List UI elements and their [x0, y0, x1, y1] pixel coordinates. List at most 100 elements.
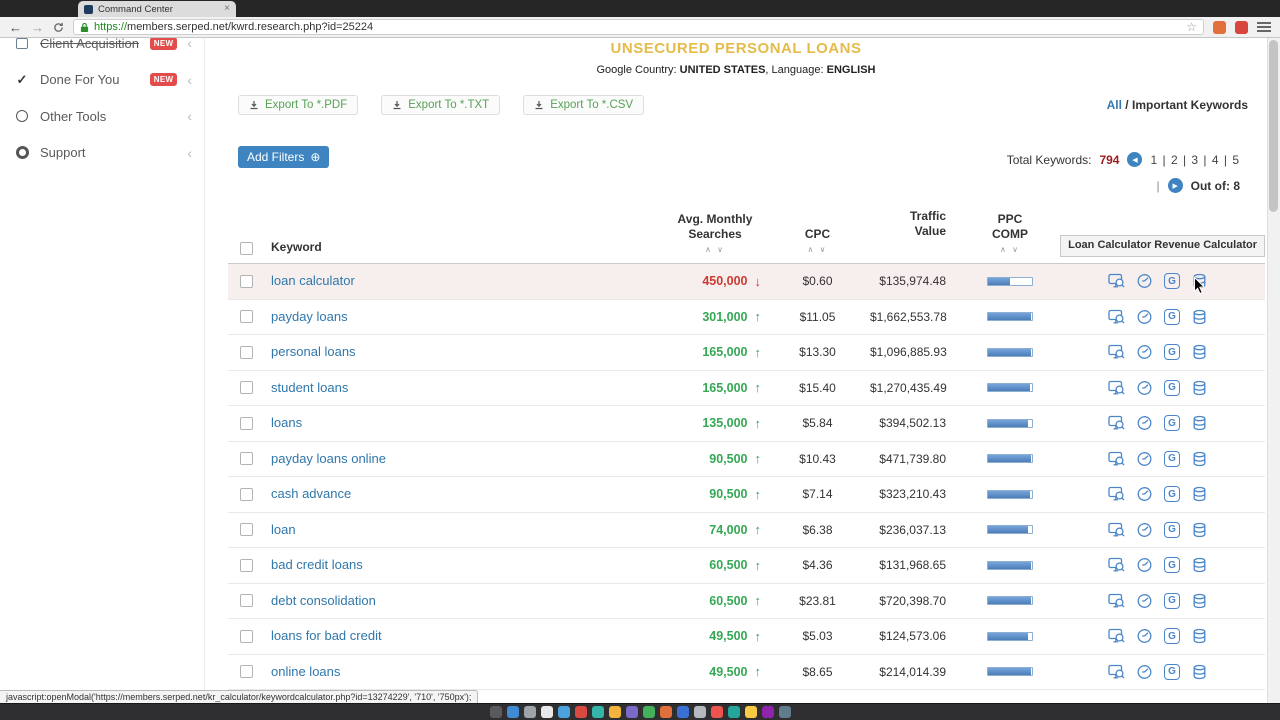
gauge-icon[interactable]: [1136, 557, 1153, 573]
page-numbers[interactable]: 1 | 2 | 3 | 4 | 5: [1150, 153, 1240, 167]
keyword-link[interactable]: personal loans: [271, 344, 356, 359]
tab-close-icon[interactable]: ×: [224, 4, 230, 14]
row-checkbox[interactable]: [239, 594, 253, 608]
dock-app-icon[interactable]: [744, 706, 757, 718]
export-pdf-button[interactable]: Export To *.PDF: [238, 95, 359, 115]
google-icon[interactable]: G: [1164, 450, 1180, 467]
dock-app-icon[interactable]: [761, 706, 774, 718]
google-icon[interactable]: G: [1164, 415, 1180, 432]
calculator-icon[interactable]: [1191, 309, 1208, 325]
row-checkbox[interactable]: [239, 558, 253, 572]
next-page-button[interactable]: ▶: [1167, 178, 1183, 193]
gauge-icon[interactable]: [1136, 380, 1153, 396]
dock-app-icon[interactable]: [625, 706, 638, 718]
gauge-icon[interactable]: [1136, 486, 1153, 502]
header-keyword[interactable]: Keyword: [264, 200, 665, 263]
header-traffic-value[interactable]: Traffic Value: [870, 200, 955, 263]
gauge-icon[interactable]: [1136, 344, 1153, 360]
keyword-link[interactable]: loans: [271, 415, 302, 430]
export-txt-button[interactable]: Export To *.TXT: [381, 95, 501, 115]
dock-app-icon[interactable]: [506, 706, 519, 718]
gauge-icon[interactable]: [1136, 522, 1153, 538]
keyword-link[interactable]: bad credit loans: [271, 557, 363, 572]
keyword-link[interactable]: debt consolidation: [271, 593, 376, 608]
back-icon[interactable]: ←: [9, 21, 22, 34]
calculator-icon[interactable]: [1191, 344, 1208, 360]
analyze-icon[interactable]: [1108, 344, 1125, 360]
prev-page-button[interactable]: ◀: [1127, 152, 1143, 167]
analyze-icon[interactable]: [1108, 380, 1125, 396]
google-icon[interactable]: G: [1164, 557, 1180, 574]
bookmark-star-icon[interactable]: ☆: [1186, 21, 1197, 33]
address-bar[interactable]: https://members.serped.net/kwrd.research…: [73, 19, 1204, 35]
dock-app-icon[interactable]: [659, 706, 672, 718]
calculator-icon[interactable]: [1191, 628, 1208, 644]
dock-app-icon[interactable]: [591, 706, 604, 718]
sidebar-item-client-acquisition[interactable]: Client Acquisition NEW ‹: [0, 38, 204, 62]
scrollbar-thumb[interactable]: [1269, 40, 1278, 212]
sidebar-item-done-for-you[interactable]: ✓ Done For You NEW ‹: [0, 62, 204, 99]
sort-carets-icon[interactable]: ∧ ∨: [1000, 245, 1020, 255]
google-icon[interactable]: G: [1164, 592, 1180, 609]
header-searches[interactable]: Avg. Monthly Searches ∧ ∨: [665, 200, 765, 263]
chrome-menu-icon[interactable]: [1257, 22, 1271, 32]
gauge-icon[interactable]: [1136, 628, 1153, 644]
gauge-icon[interactable]: [1136, 309, 1153, 325]
google-icon[interactable]: G: [1164, 379, 1180, 396]
dock-app-icon[interactable]: [540, 706, 553, 718]
row-checkbox[interactable]: [239, 345, 253, 359]
analyze-icon[interactable]: [1108, 309, 1125, 325]
add-filters-button[interactable]: Add Filters ⊕: [238, 146, 330, 168]
gauge-icon[interactable]: [1136, 415, 1153, 431]
gauge-icon[interactable]: [1136, 451, 1153, 467]
dock-app-icon[interactable]: [608, 706, 621, 718]
calculator-icon[interactable]: [1191, 380, 1208, 396]
analyze-icon[interactable]: [1108, 451, 1125, 467]
refresh-icon[interactable]: [53, 22, 64, 33]
extension-icon[interactable]: [1213, 20, 1226, 34]
row-checkbox[interactable]: [239, 274, 253, 288]
calculator-icon[interactable]: [1191, 451, 1208, 467]
row-checkbox[interactable]: [239, 629, 253, 643]
keyword-link[interactable]: cash advance: [271, 486, 351, 501]
sort-carets-icon[interactable]: ∧ ∨: [705, 245, 725, 255]
analyze-icon[interactable]: [1108, 628, 1125, 644]
google-icon[interactable]: G: [1164, 344, 1180, 361]
gauge-icon[interactable]: [1136, 273, 1153, 289]
calculator-icon[interactable]: [1191, 557, 1208, 573]
row-checkbox[interactable]: [239, 665, 253, 679]
dock-app-icon[interactable]: [523, 706, 536, 718]
dock-app-icon[interactable]: [574, 706, 587, 718]
dock-app-icon[interactable]: [778, 706, 791, 718]
keyword-link[interactable]: loans for bad credit: [271, 628, 382, 643]
dock-app-icon[interactable]: [642, 706, 655, 718]
gauge-icon[interactable]: [1136, 664, 1153, 680]
calculator-icon[interactable]: [1191, 273, 1208, 289]
row-checkbox[interactable]: [239, 381, 253, 395]
page-scrollbar[interactable]: [1267, 38, 1280, 703]
keyword-link[interactable]: payday loans online: [271, 451, 386, 466]
google-icon[interactable]: G: [1164, 486, 1180, 503]
calculator-icon[interactable]: [1191, 522, 1208, 538]
calculator-icon[interactable]: [1191, 415, 1208, 431]
analyze-icon[interactable]: [1108, 664, 1125, 680]
row-checkbox[interactable]: [239, 310, 253, 324]
row-checkbox[interactable]: [239, 416, 253, 430]
analyze-icon[interactable]: [1108, 593, 1125, 609]
calculator-icon[interactable]: [1191, 664, 1208, 680]
dock-app-icon[interactable]: [693, 706, 706, 718]
keyword-link[interactable]: loan: [271, 522, 296, 537]
sidebar-item-support[interactable]: Support ‹: [0, 135, 204, 172]
filter-important-link[interactable]: Important Keywords: [1132, 98, 1248, 112]
gauge-icon[interactable]: [1136, 593, 1153, 609]
forward-icon[interactable]: →: [31, 21, 44, 34]
analyze-icon[interactable]: [1108, 557, 1125, 573]
dock-app-icon[interactable]: [710, 706, 723, 718]
sort-carets-icon[interactable]: ∧ ∨: [808, 245, 828, 255]
calculator-icon[interactable]: [1191, 486, 1208, 502]
google-icon[interactable]: G: [1164, 628, 1180, 645]
keyword-link[interactable]: loan calculator: [271, 273, 355, 288]
header-cpc[interactable]: CPC ∧ ∨: [765, 200, 870, 263]
header-ppc-comp[interactable]: PPC COMP ∧ ∨: [955, 200, 1065, 263]
browser-tab[interactable]: Command Center ×: [78, 1, 236, 17]
